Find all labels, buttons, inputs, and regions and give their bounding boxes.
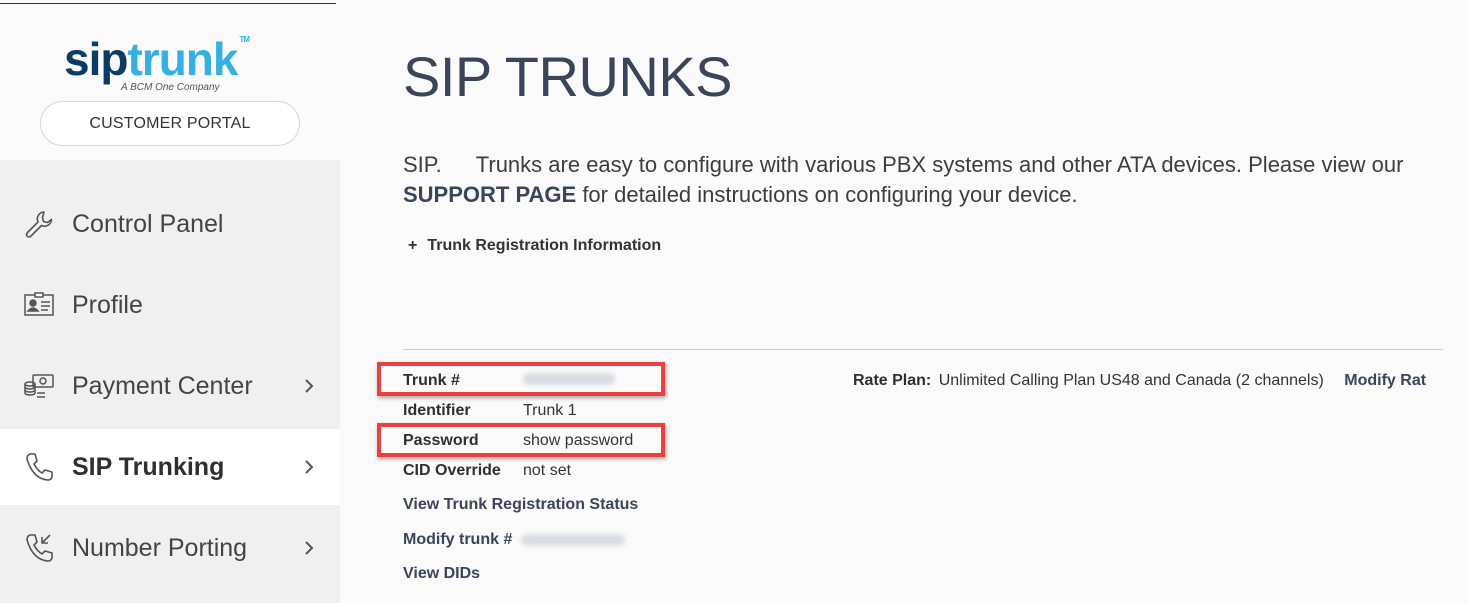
trunk-registration-label: Trunk Registration Information	[427, 237, 662, 254]
phone-incoming-icon	[22, 531, 56, 565]
section-divider	[403, 349, 1443, 350]
intro-end: for detailed instructions on configuring…	[582, 182, 1078, 207]
trunk-registration-toggle[interactable]: + Trunk Registration Information	[408, 237, 661, 255]
rate-plan-value: Unlimited Calling Plan US48 and Canada (…	[938, 372, 1324, 389]
modify-trunk-number-redacted	[520, 533, 625, 546]
view-trunk-registration-status-link[interactable]: View Trunk Registration Status	[403, 496, 638, 514]
sidebar-item-label: Control Panel	[72, 209, 224, 238]
customer-portal-button[interactable]: CUSTOMER PORTAL	[40, 101, 300, 146]
intro-text: SIP. Trunks are easy to configure with va…	[403, 150, 1463, 210]
intro-mid: Trunks are easy to configure with variou…	[475, 152, 1404, 177]
sidebar-item-payment-center[interactable]: Payment Center	[0, 348, 340, 424]
rate-plan: Rate Plan: Unlimited Calling Plan US48 a…	[853, 372, 1426, 390]
sidebar-item-control-panel[interactable]: Control Panel	[0, 186, 340, 262]
tagline: A BCM One Company	[121, 82, 220, 93]
logo-trunk-text: trunk	[127, 33, 238, 85]
identifier-value: Trunk 1	[523, 402, 577, 419]
cid-override-value: not set	[523, 462, 572, 479]
wrench-icon	[22, 207, 56, 241]
sidebar-item-label: SIP Trunking	[72, 452, 225, 481]
intro-start: SIP.	[403, 152, 442, 177]
modify-trunk-link[interactable]: Modify trunk #	[403, 531, 625, 549]
password-highlight	[377, 423, 665, 457]
cid-override-label: CID Override	[403, 462, 501, 479]
sidebar-item-profile[interactable]: Profile	[0, 267, 340, 343]
chevron-right-icon	[305, 541, 314, 555]
support-page-link[interactable]: SUPPORT PAGE	[403, 182, 576, 207]
view-dids-link[interactable]: View DIDs	[403, 565, 480, 583]
rate-plan-label: Rate Plan:	[853, 372, 932, 389]
siptrunk-logo[interactable]: siptrunk TM	[64, 33, 250, 85]
plus-icon: +	[408, 237, 418, 254]
modify-rate-link[interactable]: Modify Rat	[1344, 372, 1426, 389]
logo-sip-text: sip	[64, 33, 128, 85]
sidebar: siptrunk TM A BCM One Company CUSTOMER PO…	[0, 0, 340, 603]
top-divider	[0, 3, 336, 4]
sidebar-item-label: Profile	[72, 290, 143, 319]
main-content: SIP TRUNKS SIP. Trunks are easy to config…	[340, 0, 1468, 603]
phone-icon	[22, 450, 56, 484]
id-card-icon	[22, 288, 56, 322]
chevron-right-icon	[305, 460, 314, 474]
sidebar-item-sip-trunking[interactable]: SIP Trunking	[0, 429, 340, 505]
sidebar-item-label: Number Porting	[72, 533, 248, 562]
chevron-right-icon	[305, 379, 314, 393]
brand-area: siptrunk TM A BCM One Company CUSTOMER PO…	[0, 0, 340, 160]
logo-tm: TM	[239, 35, 250, 44]
trunk-number-highlight	[377, 362, 665, 396]
coins-icon	[22, 369, 56, 403]
page-title: SIP TRUNKS	[403, 45, 733, 108]
sidebar-item-label: Payment Center	[72, 371, 253, 400]
sidebar-item-number-porting[interactable]: Number Porting	[0, 510, 340, 586]
identifier-label: Identifier	[403, 402, 471, 419]
modify-trunk-label: Modify trunk #	[403, 531, 513, 548]
